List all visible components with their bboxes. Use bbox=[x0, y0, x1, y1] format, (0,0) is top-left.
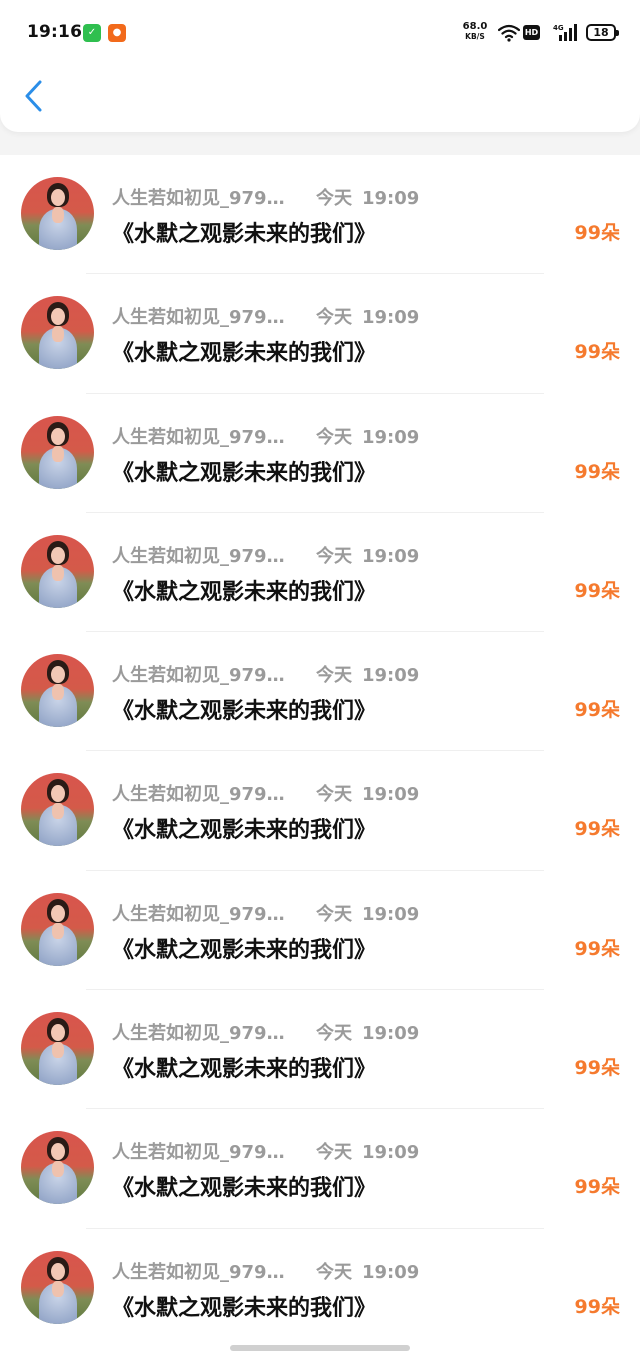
avatar[interactable] bbox=[21, 773, 94, 847]
row-meta: 人生若如初见_979… 今天 19:09 bbox=[112, 303, 419, 331]
gift-amount: 99朵 bbox=[574, 818, 620, 841]
time-label: 19:09 bbox=[362, 545, 420, 567]
nav-bar: 19:16 ✓ ● 68.0 KB/S HD 4G 18 bbox=[0, 0, 640, 132]
time-label: 19:09 bbox=[362, 307, 420, 329]
time-label: 19:09 bbox=[362, 1023, 420, 1045]
row-meta: 人生若如初见_979… 今天 19:09 bbox=[112, 1019, 419, 1047]
video-app-icon: ● bbox=[108, 24, 126, 42]
avatar[interactable] bbox=[21, 1131, 94, 1205]
time-label: 19:09 bbox=[362, 426, 420, 448]
date-label: 今天 bbox=[316, 188, 352, 209]
username[interactable]: 人生若如初见_979… bbox=[112, 1258, 308, 1284]
work-title[interactable]: 《水默之观影未来的我们》 bbox=[112, 1170, 376, 1202]
row-meta: 人生若如初见_979… 今天 19:09 bbox=[112, 1138, 419, 1166]
list-item[interactable]: 人生若如初见_979… 今天 19:09 《水默之观影未来的我们》 99朵 bbox=[0, 871, 640, 991]
gift-amount: 99朵 bbox=[574, 1295, 620, 1318]
avatar[interactable] bbox=[21, 892, 94, 966]
date-label: 今天 bbox=[316, 1142, 352, 1164]
list-item[interactable]: 人生若如初见_979… 今天 19:09 《水默之观影未来的我们》 99朵 bbox=[0, 990, 640, 1110]
username[interactable]: 人生若如初见_979… bbox=[112, 303, 308, 329]
list-item[interactable]: 人生若如初见_979… 今天 19:09 《水默之观影未来的我们》 99朵 bbox=[0, 1109, 640, 1229]
avatar[interactable] bbox=[21, 177, 94, 250]
gift-amount: 99朵 bbox=[574, 1176, 620, 1199]
gift-amount: 99朵 bbox=[574, 699, 620, 722]
avatar[interactable] bbox=[21, 654, 94, 728]
home-indicator[interactable] bbox=[230, 1345, 410, 1351]
date-label: 今天 bbox=[316, 1261, 352, 1283]
time-label: 19:09 bbox=[362, 784, 420, 806]
row-meta: 人生若如初见_979… 今天 19:09 bbox=[112, 542, 419, 570]
row-meta: 人生若如初见_979… 今天 19:09 bbox=[112, 1258, 419, 1286]
list-item[interactable]: 人生若如初见_979… 今天 19:09 《水默之观影未来的我们》 99朵 bbox=[0, 394, 640, 513]
net-speed-value: 68.0 bbox=[462, 21, 488, 32]
avatar[interactable] bbox=[21, 1250, 94, 1324]
list-item[interactable]: 人生若如初见_979… 今天 19:09 《水默之观影未来的我们》 99朵 bbox=[0, 513, 640, 633]
battery-indicator: 18 bbox=[586, 24, 619, 41]
hd-badge: HD bbox=[523, 25, 540, 40]
username[interactable]: 人生若如初见_979… bbox=[112, 1019, 308, 1045]
status-indicators: 68.0 KB/S HD 4G 18 bbox=[436, 20, 619, 46]
username[interactable]: 人生若如初见_979… bbox=[112, 1138, 308, 1164]
username[interactable]: 人生若如初见_979… bbox=[112, 423, 308, 449]
gift-amount: 99朵 bbox=[574, 937, 620, 960]
wifi-icon bbox=[498, 24, 520, 42]
row-meta: 人生若如初见_979… 今天 19:09 bbox=[112, 900, 419, 928]
gift-amount: 99朵 bbox=[574, 222, 620, 244]
row-meta: 人生若如初见_979… 今天 19:09 bbox=[112, 780, 419, 808]
username[interactable]: 人生若如初见_979… bbox=[112, 661, 308, 687]
net-speed-unit: KB/S bbox=[465, 32, 485, 41]
list-item[interactable]: 人生若如初见_979… 今天 19:09 《水默之观影未来的我们》 99朵 bbox=[0, 155, 640, 275]
work-title[interactable]: 《水默之观影未来的我们》 bbox=[112, 1051, 376, 1083]
work-title[interactable]: 《水默之观影未来的我们》 bbox=[112, 216, 376, 248]
work-title[interactable]: 《水默之观影未来的我们》 bbox=[112, 335, 376, 367]
avatar[interactable] bbox=[21, 296, 94, 370]
row-meta: 人生若如初见_979… 今天 19:09 bbox=[112, 661, 419, 689]
date-label: 今天 bbox=[316, 426, 352, 448]
list-item[interactable]: 人生若如初见_979… 今天 19:09 《水默之观影未来的我们》 99朵 bbox=[0, 274, 640, 394]
network-label: 4G bbox=[553, 24, 564, 32]
back-button[interactable] bbox=[18, 76, 54, 116]
date-label: 今天 bbox=[316, 545, 352, 567]
time-label: 19:09 bbox=[362, 1261, 420, 1283]
status-bar: 19:16 ✓ ● 68.0 KB/S HD 4G 18 bbox=[0, 0, 640, 66]
signal-icon: 4G bbox=[553, 24, 577, 41]
gift-record-list[interactable]: 人生若如初见_979… 今天 19:09 《水默之观影未来的我们》 99朵 人生若如… bbox=[0, 155, 640, 1351]
time-label: 19:09 bbox=[362, 903, 420, 925]
list-item[interactable]: 人生若如初见_979… 今天 19:09 《水默之观影未来的我们》 99朵 bbox=[0, 1229, 640, 1348]
work-title[interactable]: 《水默之观影未来的我们》 bbox=[112, 932, 376, 964]
date-label: 今天 bbox=[316, 665, 352, 687]
avatar[interactable] bbox=[21, 534, 94, 608]
list-item[interactable]: 人生若如初见_979… 今天 19:09 《水默之观影未来的我们》 99朵 bbox=[0, 751, 640, 871]
avatar[interactable] bbox=[21, 415, 94, 489]
row-meta: 人生若如初见_979… 今天 19:09 bbox=[112, 184, 419, 212]
work-title[interactable]: 《水默之观影未来的我们》 bbox=[112, 574, 376, 606]
date-label: 今天 bbox=[316, 1023, 352, 1045]
wechat-pay-icon: ✓ bbox=[83, 24, 101, 42]
username[interactable]: 人生若如初见_979… bbox=[112, 184, 308, 210]
gift-amount: 99朵 bbox=[574, 1057, 620, 1080]
chevron-left-icon bbox=[25, 80, 42, 112]
username[interactable]: 人生若如初见_979… bbox=[112, 780, 308, 806]
status-time: 19:16 bbox=[27, 22, 83, 42]
date-label: 今天 bbox=[316, 784, 352, 806]
work-title[interactable]: 《水默之观影未来的我们》 bbox=[112, 455, 376, 487]
time-label: 19:09 bbox=[362, 1142, 420, 1164]
net-speed: 68.0 KB/S bbox=[460, 21, 490, 42]
date-label: 今天 bbox=[316, 307, 352, 329]
gift-amount: 99朵 bbox=[574, 341, 620, 364]
work-title[interactable]: 《水默之观影未来的我们》 bbox=[112, 812, 376, 844]
gift-amount: 99朵 bbox=[574, 579, 620, 602]
work-title[interactable]: 《水默之观影未来的我们》 bbox=[112, 693, 376, 725]
avatar[interactable] bbox=[21, 1012, 94, 1086]
gift-amount: 99朵 bbox=[574, 460, 620, 483]
list-item[interactable]: 人生若如初见_979… 今天 19:09 《水默之观影未来的我们》 99朵 bbox=[0, 632, 640, 752]
row-meta: 人生若如初见_979… 今天 19:09 bbox=[112, 423, 419, 451]
time-label: 19:09 bbox=[362, 188, 420, 209]
work-title[interactable]: 《水默之观影未来的我们》 bbox=[112, 1290, 376, 1322]
username[interactable]: 人生若如初见_979… bbox=[112, 900, 308, 926]
time-label: 19:09 bbox=[362, 665, 420, 687]
date-label: 今天 bbox=[316, 903, 352, 925]
username[interactable]: 人生若如初见_979… bbox=[112, 542, 308, 568]
